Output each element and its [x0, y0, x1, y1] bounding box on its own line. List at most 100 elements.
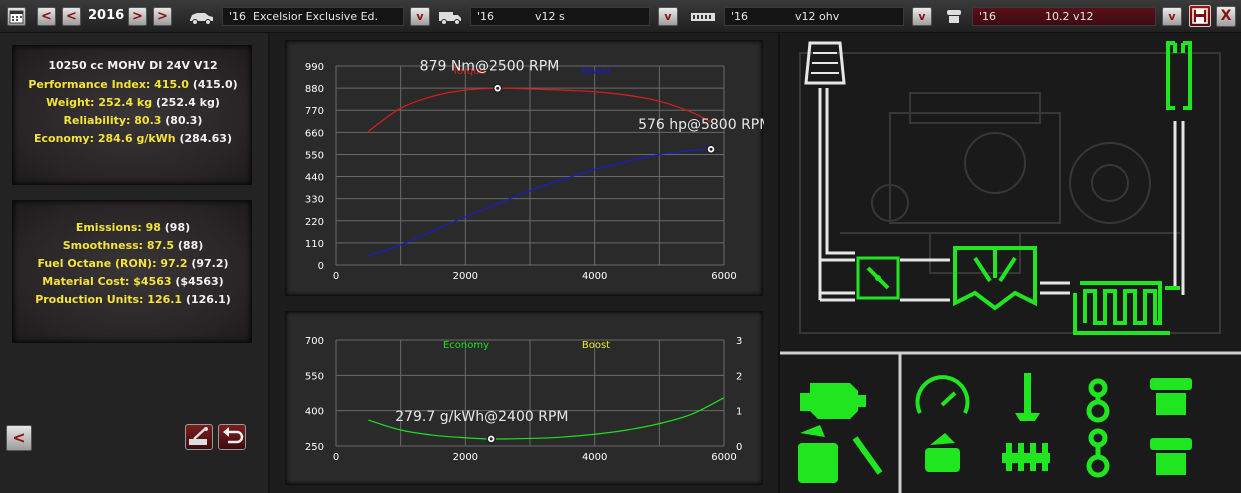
y-tick-label: 0 [318, 261, 324, 272]
stat-original: (252.4 kg) [155, 96, 220, 109]
annotation-marker-dot [489, 437, 493, 441]
stats-panel-primary: 10250 cc MOHV DI 24V V12 Performance Ind… [12, 45, 252, 185]
back-button[interactable]: < [6, 425, 32, 451]
y-tick-label: 770 [305, 106, 324, 117]
stat-original: (284.63) [179, 132, 232, 145]
x-tick-label: 0 [333, 452, 339, 463]
annotation-marker-dot [709, 147, 713, 151]
stat-label: Performance Index: [28, 78, 151, 91]
stat-original: (97.2) [191, 257, 229, 270]
save-icon[interactable] [1189, 5, 1211, 27]
stat-label: Smoothness: [62, 239, 144, 252]
stat-label: Reliability: [63, 114, 131, 127]
next-decade-button[interactable]: > [153, 7, 172, 26]
headers-icon [1073, 281, 1180, 335]
engine-variant-dropdown-button[interactable]: v [1162, 7, 1182, 26]
y-tick-label: 990 [305, 62, 324, 73]
stat-weight: Weight: 252.4 kg (252.4 kg) [13, 96, 253, 109]
gauge-icon [915, 375, 970, 414]
y-tick-label: 700 [305, 336, 324, 347]
legend-label: Economy [443, 340, 489, 351]
y-tick-label: 220 [305, 217, 324, 228]
y-tick-label: 660 [305, 128, 324, 139]
legend-label: Boost [582, 340, 610, 351]
engine-family-year: '16 [477, 10, 495, 23]
engine-dropdown-button[interactable]: v [912, 7, 932, 26]
stat-fuel-octane: Fuel Octane (RON): 97.2 (97.2) [13, 257, 253, 270]
stat-original: (126.1) [185, 293, 231, 306]
y2-tick-label: 2 [736, 371, 742, 382]
stat-value: 126.1 [147, 293, 183, 306]
stats-column: 10250 cc MOHV DI 24V V12 Performance Ind… [0, 33, 270, 493]
y-tick-label: 250 [305, 442, 324, 453]
y-tick-label: 110 [305, 239, 324, 250]
spark-plug-icon [852, 436, 883, 475]
stat-production-units: Production Units: 126.1 (126.1) [13, 293, 253, 306]
stat-value: 284.6 g/kWh [97, 132, 176, 145]
stat-value: 415.0 [154, 78, 189, 91]
truck-icon [436, 7, 464, 31]
stat-label: Emissions: [75, 221, 142, 234]
prev-decade-button[interactable]: < [37, 7, 56, 26]
stat-original: ($4563) [175, 275, 224, 288]
stat-original: (88) [177, 239, 204, 252]
engine-parts-diagram [778, 33, 1241, 493]
economy-boost-chart: 0 2000 4000 6000 250 400 550 700 0 1 2 3 Economy Boos… [285, 311, 763, 485]
car-model-dropdown-button[interactable]: v [410, 7, 430, 26]
stat-label: Production Units: [35, 293, 144, 306]
stat-smoothness: Smoothness: 87.5 (88) [13, 239, 253, 252]
prev-year-button[interactable]: < [62, 7, 81, 26]
stat-value: 87.5 [146, 239, 175, 252]
intake-manifold-icon [953, 246, 1037, 311]
y2-tick-label: 0 [736, 442, 742, 453]
annotation-label: 279.7 g/kWh@2400 RPM [395, 409, 568, 425]
x-tick-label: 2000 [453, 271, 478, 282]
camshaft-icon [1002, 443, 1050, 471]
legend-label: Power [581, 66, 612, 77]
engine-year: '16 [731, 10, 749, 23]
year-label: 2016 [88, 8, 125, 23]
calendar-icon[interactable] [7, 7, 26, 26]
connecting-rod-icon [1086, 378, 1110, 423]
top-toolbar: < < 2016 > > '16 Excelsior Exclusive Ed.… [0, 0, 1241, 33]
engine-field[interactable]: '16 v12 ohv [724, 7, 904, 26]
stat-material-cost: Material Cost: $4563 ($4563) [13, 275, 253, 288]
x-tick-label: 4000 [582, 452, 607, 463]
stat-original: (80.3) [165, 114, 203, 127]
stat-value: 252.4 kg [98, 96, 153, 109]
y-tick-label: 330 [305, 195, 324, 206]
stat-label: Weight: [46, 96, 95, 109]
y-tick-label: 440 [305, 173, 324, 184]
undo-icon[interactable] [218, 424, 246, 450]
stat-value: 80.3 [134, 114, 162, 127]
x-tick-label: 0 [333, 271, 339, 282]
valve-icon [1015, 373, 1040, 421]
engine-variant-field[interactable]: '16 10.2 v12 [972, 7, 1156, 26]
x-tick-label: 6000 [711, 271, 736, 282]
test-engine-icon[interactable] [185, 424, 213, 450]
engine-family-field[interactable]: '16 v12 s [470, 7, 650, 26]
stat-value: 97.2 [160, 257, 188, 270]
car-model-field[interactable]: '16 Excelsior Exclusive Ed. [222, 7, 404, 26]
annotation-marker-dot [496, 86, 500, 90]
stat-reliability: Reliability: 80.3 (80.3) [13, 114, 253, 127]
connecting-rod-icon-2 [1086, 428, 1110, 478]
stats-panel-secondary: Emissions: 98 (98) Smoothness: 87.5 (88)… [12, 200, 252, 343]
stat-economy: Economy: 284.6 g/kWh (284.63) [13, 132, 253, 145]
engine-name: v12 ohv [795, 10, 840, 23]
air-filter-icon [804, 41, 846, 85]
x-tick-label: 2000 [453, 452, 478, 463]
close-button[interactable]: X [1216, 6, 1236, 27]
annotation-label: 576 hp@5800 RPM [638, 117, 764, 133]
x-tick-label: 6000 [711, 452, 736, 463]
engine-warning-icon [800, 383, 866, 419]
y-tick-label: 400 [305, 407, 324, 418]
engine-variant-name: 10.2 v12 [1045, 10, 1094, 23]
next-year-button[interactable]: > [128, 7, 147, 26]
torque-power-chart-svg: 0 2000 4000 6000 0 110 220 330 440 550 660 770 880 99… [305, 58, 764, 282]
engine-summary-title: 10250 cc MOHV DI 24V V12 [48, 59, 218, 72]
y2-tick-label: 1 [736, 407, 742, 418]
stat-original: (415.0) [192, 78, 238, 91]
engine-family-dropdown-button[interactable]: v [658, 7, 678, 26]
torque-power-chart: 0 2000 4000 6000 0 110 220 330 440 550 660 770 880 99… [285, 40, 764, 296]
